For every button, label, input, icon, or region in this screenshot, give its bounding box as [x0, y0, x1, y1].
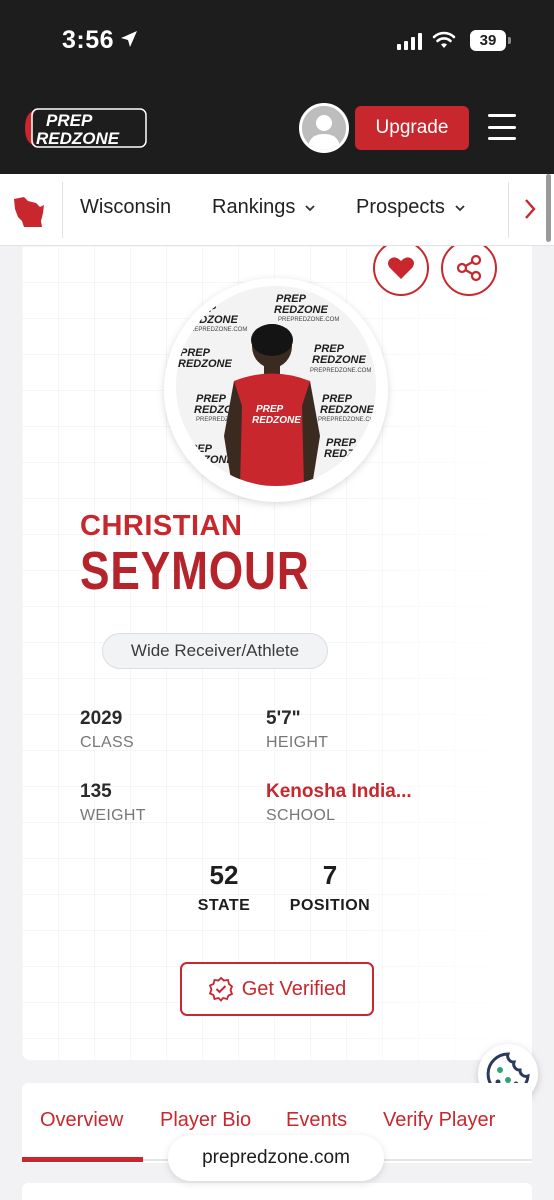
backdrop-url-text: PREPREDZONE.COM: [310, 368, 371, 374]
hamburger-menu-icon[interactable]: [488, 114, 516, 140]
chevron-right-icon[interactable]: [522, 196, 538, 222]
weight-value: 135: [80, 781, 112, 802]
active-tab-indicator: [22, 1157, 143, 1162]
user-avatar-icon: [302, 106, 346, 150]
logo-line1: PREP: [46, 111, 93, 130]
backdrop-url-text: PREPREDZONE.COM: [186, 327, 247, 333]
nav-item-label: Prospects: [356, 196, 445, 218]
player-photo: PREP REDZONE PREP REDZONE PREP REDZONE PREP…: [176, 286, 376, 486]
nav-item-rankings[interactable]: Rankings: [212, 196, 316, 219]
svg-text:REDZONE: REDZONE: [252, 415, 301, 426]
content-card: [22, 1183, 532, 1200]
chevron-down-icon: [305, 204, 316, 211]
position-rank-value: 7: [322, 860, 338, 890]
backdrop-url-text: PREPREDZONE.COM: [318, 417, 376, 423]
position-rank-label: POSITION: [289, 897, 371, 914]
prepredzone-logo[interactable]: PREP REDZONE: [22, 106, 148, 150]
tab-events[interactable]: Events: [286, 1109, 347, 1132]
nav-item-label: Rankings: [212, 196, 296, 218]
nav-item-prospects[interactable]: Prospects: [356, 196, 465, 219]
tab-player-bio[interactable]: Player Bio: [160, 1109, 251, 1132]
verified-badge-icon: [208, 976, 233, 1002]
school-label: SCHOOL: [266, 807, 336, 824]
nav-item-wisconsin[interactable]: Wisconsin: [80, 196, 171, 219]
wisconsin-state-icon: [14, 197, 44, 227]
scrollbar-thumb[interactable]: [546, 174, 551, 242]
nav-divider: [62, 182, 63, 238]
state-navbar: Wisconsin Rankings Prospects: [0, 174, 554, 246]
svg-text:REDZONE: REDZONE: [320, 404, 374, 416]
state-rank-value: 52: [209, 860, 239, 890]
status-bar: 3:56 39: [0, 0, 554, 92]
school-link[interactable]: Kenosha India...: [266, 781, 412, 803]
status-time: 3:56: [62, 26, 115, 54]
player-first-name: CHRISTIAN: [80, 510, 243, 542]
tab-verify-player[interactable]: Verify Player: [383, 1109, 495, 1132]
profile-card: PREP REDZONE PREP REDZONE PREP REDZONE PREP…: [22, 246, 532, 1060]
get-verified-button[interactable]: Get Verified: [180, 962, 374, 1016]
svg-text:REDZONE: REDZONE: [312, 354, 366, 366]
state-rank-label: STATE: [197, 897, 251, 914]
class-value: 2029: [80, 708, 123, 729]
upgrade-button[interactable]: Upgrade: [355, 106, 469, 150]
logo-line2: REDZONE: [36, 129, 120, 148]
signal-icon: [397, 33, 422, 50]
svg-text:REDZONE: REDZONE: [178, 358, 232, 370]
app-header: PREP REDZONE: [0, 92, 554, 174]
height-value: 5'7": [266, 708, 301, 729]
svg-text:REDZONE: REDZONE: [274, 304, 328, 316]
battery-icon: 39: [470, 30, 511, 51]
player-photo-frame: PREP REDZONE PREP REDZONE PREP REDZONE PREP…: [164, 278, 388, 502]
height-label: HEIGHT: [266, 734, 329, 751]
location-arrow-icon: [121, 31, 137, 47]
player-photo-image: PREPREDZONE PREPREDZONE PREPREDZONE PREP…: [176, 286, 376, 486]
share-icon: [456, 254, 482, 282]
user-avatar[interactable]: [299, 103, 349, 153]
svg-text:PREP: PREP: [256, 404, 284, 415]
position-badge: Wide Receiver/Athlete: [102, 633, 328, 669]
browser-url-bar[interactable]: prepredzone.com: [168, 1135, 384, 1181]
heart-icon: [388, 257, 414, 279]
player-last-name: SEYMOUR: [80, 541, 310, 601]
backdrop-url-text: PREPREDZONE.COM: [278, 317, 339, 323]
wifi-icon: [432, 31, 456, 48]
class-label: CLASS: [80, 734, 134, 751]
weight-label: WEIGHT: [80, 807, 146, 824]
chevron-down-icon: [455, 204, 465, 211]
tab-overview[interactable]: Overview: [40, 1109, 123, 1132]
get-verified-label: Get Verified: [241, 977, 347, 1000]
nav-item-label: Wisconsin: [80, 196, 172, 218]
nav-divider: [508, 182, 509, 238]
svg-text:REDZONE: REDZONE: [184, 314, 238, 326]
